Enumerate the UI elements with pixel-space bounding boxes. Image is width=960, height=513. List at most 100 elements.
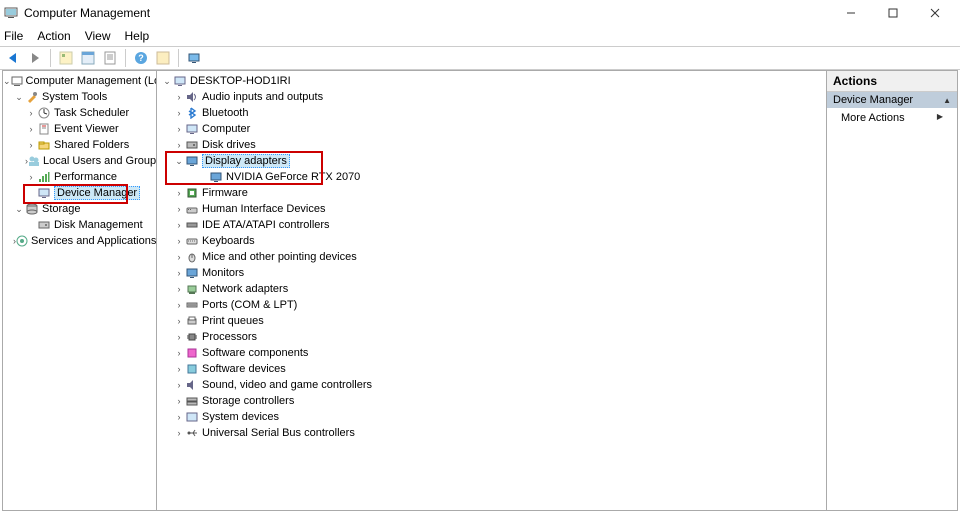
- device-category-label: Universal Serial Bus controllers: [202, 427, 355, 439]
- chevron-right-icon[interactable]: ›: [173, 316, 185, 326]
- device-category-computer[interactable]: › Computer: [157, 121, 826, 137]
- chevron-down-icon[interactable]: ⌄: [161, 76, 173, 87]
- chevron-right-icon[interactable]: ›: [173, 332, 185, 342]
- device-category-universal-serial-bus-controllers[interactable]: › Universal Serial Bus controllers: [157, 425, 826, 441]
- device-category-software-components[interactable]: ›Software components: [157, 345, 826, 361]
- chevron-right-icon[interactable]: ›: [173, 300, 185, 310]
- properties-button[interactable]: [79, 49, 97, 67]
- device-root[interactable]: ⌄ DESKTOP-HOD1IRI: [157, 73, 826, 89]
- device-category-display-adapters[interactable]: ⌄ Display adapters: [157, 153, 826, 169]
- actions-header: Actions: [827, 71, 957, 92]
- sidebar-item-shared-folders[interactable]: › Shared Folders: [3, 137, 156, 153]
- item-icon: [37, 122, 51, 136]
- device-category-label: Keyboards: [202, 235, 255, 247]
- chevron-right-icon[interactable]: ›: [173, 428, 185, 438]
- menu-view[interactable]: View: [85, 29, 111, 43]
- back-button[interactable]: [4, 49, 22, 67]
- category-icon: [185, 410, 199, 424]
- tree-group-services[interactable]: › Services and Applications: [3, 233, 156, 249]
- device-category-print-queues[interactable]: › Print queues: [157, 313, 826, 329]
- sidebar-item-local-users-and-groups[interactable]: ›Local Users and Groups: [3, 153, 156, 169]
- category-icon: [185, 138, 199, 152]
- chevron-right-icon[interactable]: ›: [173, 92, 185, 102]
- sidebar-item-disk-management[interactable]: Disk Management: [3, 217, 156, 233]
- close-button[interactable]: [914, 0, 956, 26]
- app-icon: [4, 6, 18, 20]
- chevron-down-icon[interactable]: ⌄: [3, 76, 11, 87]
- device-category-ports-com-lpt-[interactable]: ›Ports (COM & LPT): [157, 297, 826, 313]
- refresh-button[interactable]: [154, 49, 172, 67]
- chevron-right-icon[interactable]: ›: [173, 364, 185, 374]
- menu-file[interactable]: File: [4, 29, 23, 43]
- chevron-right-icon[interactable]: ›: [25, 124, 37, 134]
- device-category-label: Print queues: [202, 315, 264, 327]
- chevron-right-icon[interactable]: ›: [173, 188, 185, 198]
- tree-group-system-tools[interactable]: ⌄ System Tools: [3, 89, 156, 105]
- tree-group-storage[interactable]: ⌄ Storage: [3, 201, 156, 217]
- category-icon: [185, 154, 199, 168]
- maximize-button[interactable]: [872, 0, 914, 26]
- actions-item-label: More Actions: [841, 112, 905, 124]
- category-icon: [185, 186, 199, 200]
- show-hide-tree-button[interactable]: [57, 49, 75, 67]
- actions-group[interactable]: Device Manager ▲: [827, 92, 957, 108]
- device-category-keyboards[interactable]: › Keyboards: [157, 233, 826, 249]
- chevron-right-icon[interactable]: ›: [173, 412, 185, 422]
- chevron-down-icon[interactable]: ⌄: [13, 92, 25, 103]
- chevron-right-icon[interactable]: ›: [25, 172, 37, 182]
- export-button[interactable]: [101, 49, 119, 67]
- device-category-processors[interactable]: ›Processors: [157, 329, 826, 345]
- forward-button[interactable]: [26, 49, 44, 67]
- chevron-right-icon[interactable]: ›: [173, 220, 185, 230]
- chevron-right-icon[interactable]: ›: [173, 140, 185, 150]
- chevron-right-icon[interactable]: ›: [173, 348, 185, 358]
- sidebar-item-performance[interactable]: ›Performance: [3, 169, 156, 185]
- chevron-down-icon[interactable]: ⌄: [13, 204, 25, 215]
- actions-pane: Actions Device Manager ▲ More Actions ▶: [827, 71, 957, 510]
- device-category-label: Display adapters: [202, 154, 290, 168]
- device-category-ide-ata-atapi-controllers[interactable]: ›IDE ATA/ATAPI controllers: [157, 217, 826, 233]
- device-category-human-interface-devices[interactable]: ›Human Interface Devices: [157, 201, 826, 217]
- device-category-label: Bluetooth: [202, 107, 248, 119]
- actions-item-more[interactable]: More Actions ▶: [827, 108, 957, 128]
- device-category-system-devices[interactable]: › System devices: [157, 409, 826, 425]
- device-category-bluetooth[interactable]: › Bluetooth: [157, 105, 826, 121]
- chevron-right-icon[interactable]: ›: [173, 396, 185, 406]
- device-category-mice-and-other-pointing-devices[interactable]: ›Mice and other pointing devices: [157, 249, 826, 265]
- chevron-right-icon[interactable]: ›: [173, 236, 185, 246]
- sidebar-item-label: Shared Folders: [54, 139, 129, 151]
- help-button[interactable]: ?: [132, 49, 150, 67]
- collapse-icon[interactable]: ▲: [943, 96, 951, 105]
- device-category-storage-controllers[interactable]: ›Storage controllers: [157, 393, 826, 409]
- chevron-right-icon[interactable]: ›: [173, 124, 185, 134]
- minimize-button[interactable]: [830, 0, 872, 26]
- chevron-down-icon[interactable]: ⌄: [173, 156, 185, 167]
- device-category-software-devices[interactable]: ›Software devices: [157, 361, 826, 377]
- sidebar-item-device-manager[interactable]: Device Manager: [3, 185, 156, 201]
- device-category-audio-inputs-and-outputs[interactable]: ›Audio inputs and outputs: [157, 89, 826, 105]
- chevron-right-icon[interactable]: ›: [173, 268, 185, 278]
- device-category-network-adapters[interactable]: › Network adapters: [157, 281, 826, 297]
- menu-action[interactable]: Action: [37, 29, 70, 43]
- chevron-right-icon[interactable]: ›: [173, 204, 185, 214]
- chevron-right-icon[interactable]: ›: [173, 380, 185, 390]
- chevron-right-icon[interactable]: ›: [25, 140, 37, 150]
- device-category-label: Network adapters: [202, 283, 288, 295]
- sidebar-item-event-viewer[interactable]: ›Event Viewer: [3, 121, 156, 137]
- sidebar-item-task-scheduler[interactable]: ›Task Scheduler: [3, 105, 156, 121]
- chevron-right-icon[interactable]: ›: [173, 252, 185, 262]
- scan-hardware-button[interactable]: [185, 49, 203, 67]
- device-category-disk-drives[interactable]: ›Disk drives: [157, 137, 826, 153]
- device-category-label: System devices: [202, 411, 279, 423]
- chevron-right-icon[interactable]: ›: [173, 284, 185, 294]
- menu-help[interactable]: Help: [125, 29, 150, 43]
- device-category-monitors[interactable]: ›Monitors: [157, 265, 826, 281]
- device-category-label: Computer: [202, 123, 250, 135]
- device-item-nvidia-geforce-rtx-2070[interactable]: NVIDIA GeForce RTX 2070: [157, 169, 826, 185]
- chevron-right-icon[interactable]: ›: [25, 108, 37, 118]
- category-icon: [185, 362, 199, 376]
- device-category-firmware[interactable]: ›Firmware: [157, 185, 826, 201]
- device-category-sound-video-and-game-controllers[interactable]: ›Sound, video and game controllers: [157, 377, 826, 393]
- tree-root-local[interactable]: ⌄ Computer Management (Local): [3, 73, 156, 89]
- chevron-right-icon[interactable]: ›: [173, 108, 185, 118]
